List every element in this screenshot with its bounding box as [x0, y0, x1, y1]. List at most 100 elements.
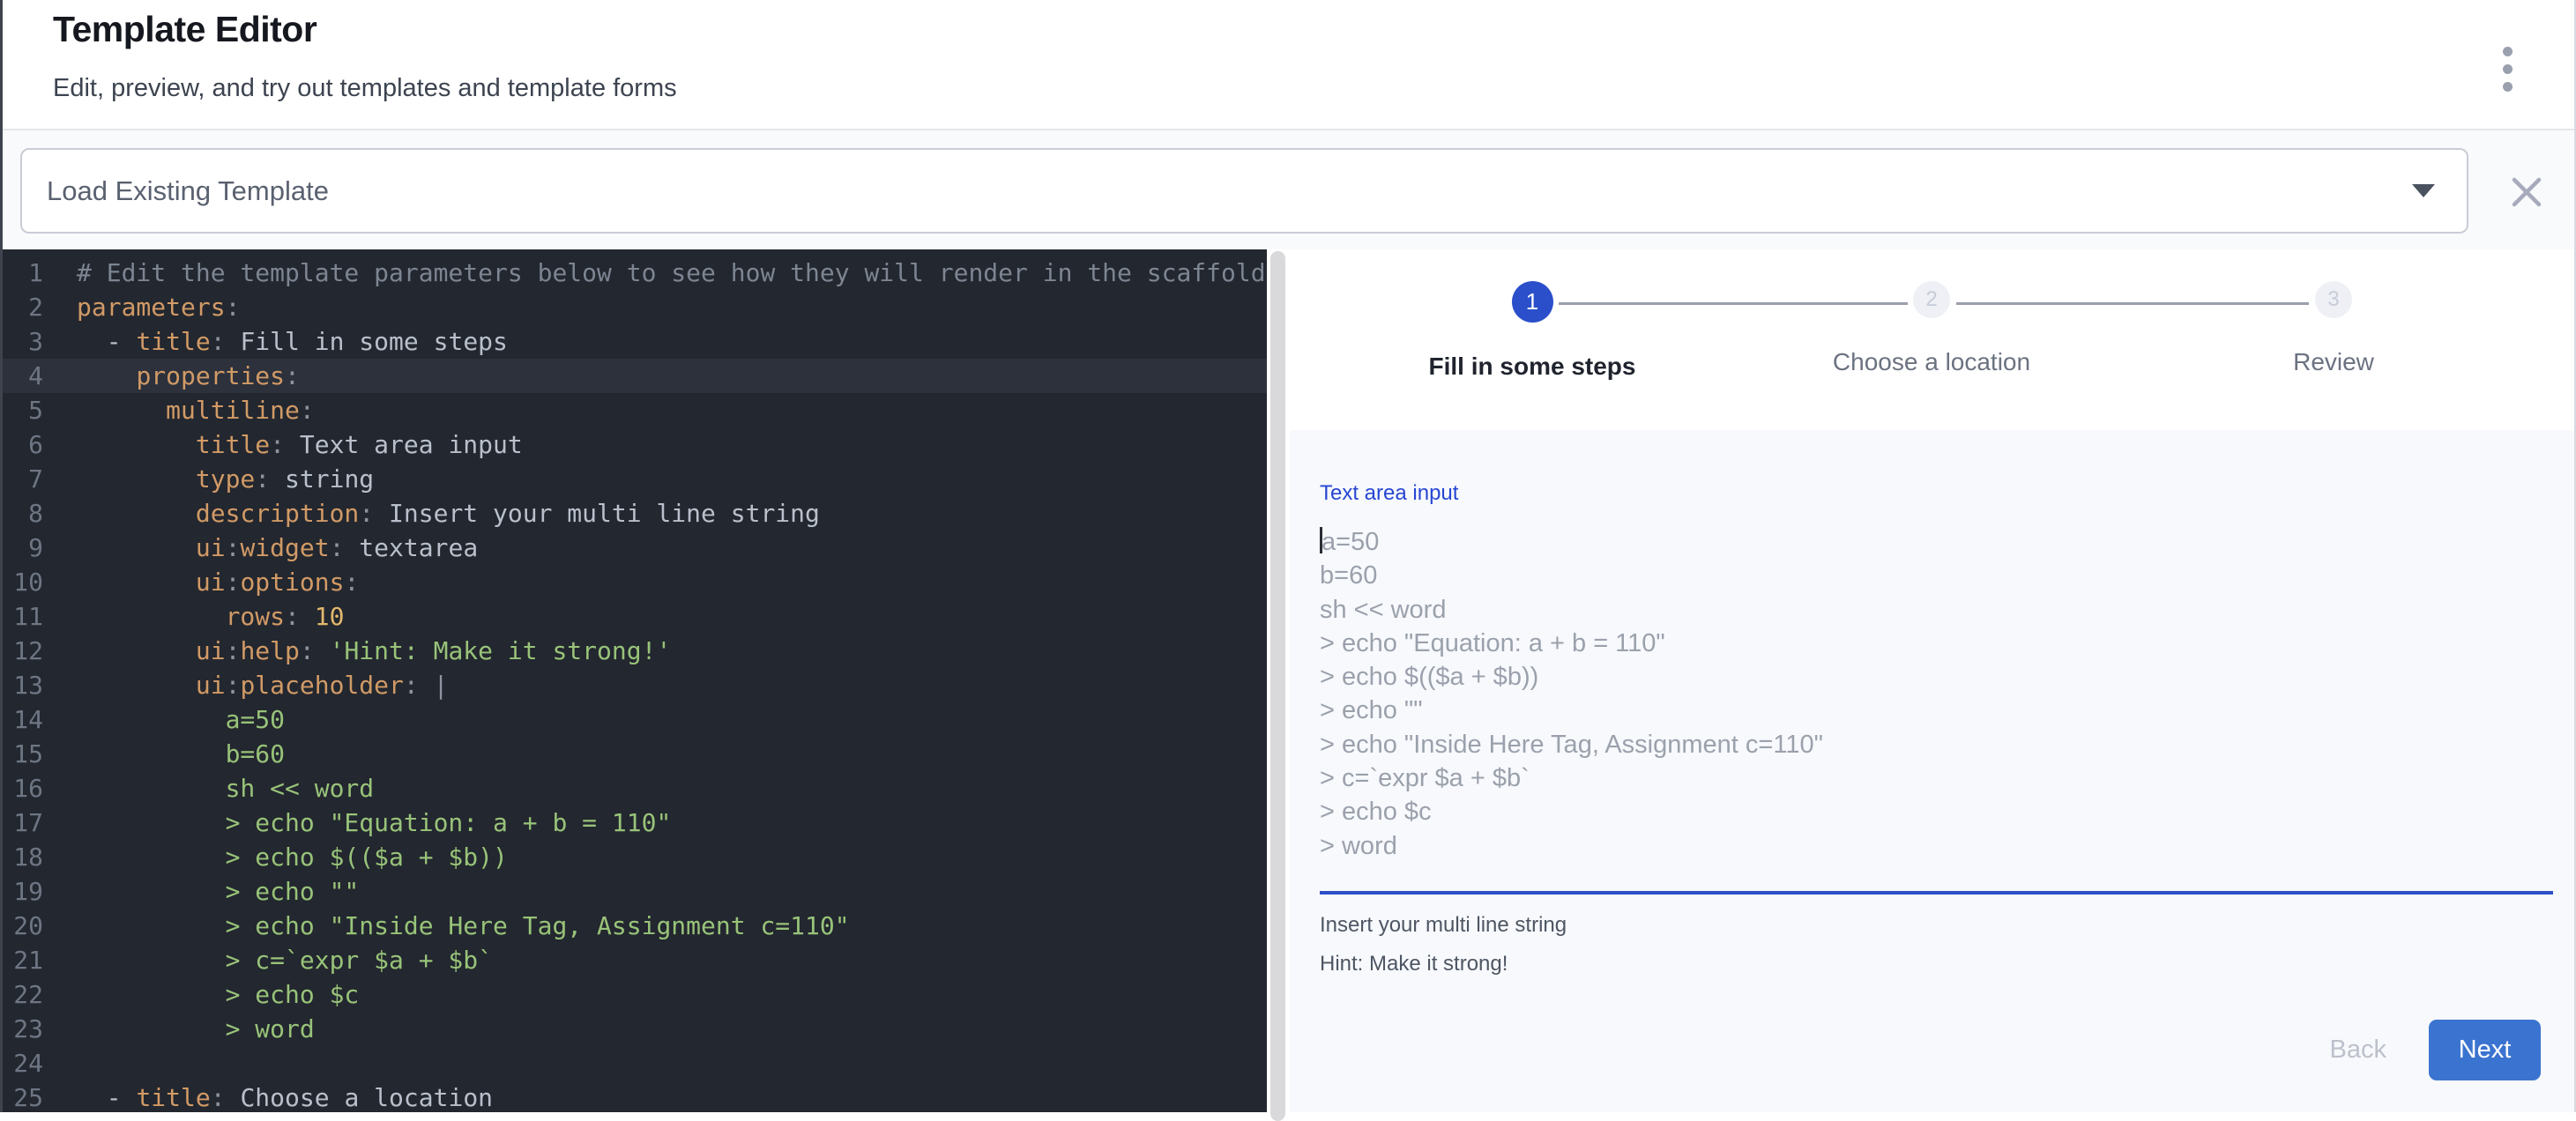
code-text: type: string: [43, 462, 374, 496]
line-number: 6: [3, 427, 43, 462]
line-number: 11: [3, 599, 43, 634]
line-number: 19: [3, 874, 43, 909]
code-text: description: Insert your multi line stri…: [43, 496, 820, 531]
step-label: Choose a location: [1782, 348, 2081, 376]
close-icon: [2509, 174, 2544, 210]
line-number: 17: [3, 805, 43, 840]
code-line[interactable]: 20 > echo "Inside Here Tag, Assignment c…: [3, 909, 1267, 943]
textarea-placeholder-line: sh << word: [1320, 593, 2553, 627]
kebab-menu-icon: [2503, 82, 2513, 92]
textarea-placeholder-line: a=50: [1320, 525, 2553, 559]
code-line[interactable]: 25 - title: Choose a location: [3, 1080, 1267, 1112]
main-split: 1# Edit the template parameters below to…: [3, 249, 2574, 1112]
code-line[interactable]: 11 rows: 10: [3, 599, 1267, 634]
next-button[interactable]: Next: [2429, 1020, 2541, 1080]
code-line[interactable]: 14 a=50: [3, 702, 1267, 737]
code-line[interactable]: 23 > word: [3, 1012, 1267, 1046]
step-circle[interactable]: 1: [1512, 281, 1553, 323]
field-description: Insert your multi line string: [1320, 913, 1567, 938]
code-text: - title: Fill in some steps: [43, 324, 508, 359]
code-text: ui:options:: [43, 565, 359, 599]
line-number: 21: [3, 943, 43, 977]
yaml-code-editor[interactable]: 1# Edit the template parameters below to…: [3, 249, 1267, 1112]
code-line[interactable]: 7 type: string: [3, 462, 1267, 496]
textarea-placeholder-line: > echo "Equation: a + b = 110": [1320, 627, 2553, 660]
code-line[interactable]: 12 ui:help: 'Hint: Make it strong!': [3, 634, 1267, 668]
code-line[interactable]: 4 properties:: [3, 359, 1267, 393]
editor-scrollbar[interactable]: [1267, 249, 1290, 1112]
form-card: Text area input a=50b=60sh << word> echo…: [1290, 430, 2574, 1112]
textarea-placeholder-line: > echo $c: [1320, 795, 2553, 828]
multiline-textarea[interactable]: a=50b=60sh << word> echo "Equation: a + …: [1320, 525, 2553, 878]
code-line[interactable]: 9 ui:widget: textarea: [3, 531, 1267, 565]
code-line[interactable]: 22 > echo $c: [3, 977, 1267, 1012]
line-number: 20: [3, 909, 43, 943]
line-number: 18: [3, 840, 43, 874]
code-text: a=50: [43, 702, 285, 737]
code-line[interactable]: 18 > echo $(($a + $b)): [3, 840, 1267, 874]
stepper-step-2[interactable]: 2 Choose a location: [1782, 281, 2081, 376]
code-text: sh << word: [43, 771, 374, 805]
back-button[interactable]: Back: [2330, 1036, 2386, 1065]
code-text: # Edit the template parameters below to …: [43, 256, 1266, 290]
textarea-placeholder-line: > echo "": [1320, 694, 2553, 727]
step-label: Review: [2184, 348, 2483, 376]
code-text: properties:: [43, 359, 300, 393]
code-line[interactable]: 16 sh << word: [3, 771, 1267, 805]
load-template-select[interactable]: Load Existing Template: [20, 148, 2468, 234]
code-line[interactable]: 17 > echo "Equation: a + b = 110": [3, 805, 1267, 840]
editor-scrollbar-thumb[interactable]: [1270, 251, 1285, 1121]
line-number: 12: [3, 634, 43, 668]
line-number: 13: [3, 668, 43, 702]
code-line[interactable]: 19 > echo "": [3, 874, 1267, 909]
code-line[interactable]: 8 description: Insert your multi line st…: [3, 496, 1267, 531]
template-editor-window: Template Editor Edit, preview, and try o…: [0, 0, 2576, 1112]
code-text: ui:placeholder: |: [43, 668, 448, 702]
textarea-placeholder-line: > echo "Inside Here Tag, Assignment c=11…: [1320, 728, 2553, 761]
step-circle[interactable]: 3: [2315, 281, 2352, 318]
line-number: 4: [3, 359, 43, 393]
caret-down-icon[interactable]: [2412, 184, 2435, 197]
kebab-menu-icon: [2503, 47, 2513, 56]
code-line[interactable]: 1# Edit the template parameters below to…: [3, 256, 1267, 290]
line-number: 5: [3, 393, 43, 427]
line-number: 24: [3, 1046, 43, 1080]
code-text: multiline:: [43, 393, 315, 427]
page-title: Template Editor: [53, 9, 316, 50]
stepper-step-3[interactable]: 3 Review: [2184, 281, 2483, 376]
code-line[interactable]: 10 ui:options:: [3, 565, 1267, 599]
code-text: > echo "Equation: a + b = 110": [43, 805, 671, 840]
code-text: b=60: [43, 737, 285, 771]
code-text: ui:widget: textarea: [43, 531, 478, 565]
code-line[interactable]: 24: [3, 1046, 1267, 1080]
line-number: 22: [3, 977, 43, 1012]
line-number: 25: [3, 1080, 43, 1112]
code-line[interactable]: 3 - title: Fill in some steps: [3, 324, 1267, 359]
code-line[interactable]: 6 title: Text area input: [3, 427, 1267, 462]
line-number: 2: [3, 290, 43, 324]
template-preview-panel: 1 Fill in some steps 2 Choose a location…: [1290, 249, 2574, 1112]
stepper-step-1[interactable]: 1 Fill in some steps: [1382, 281, 1682, 381]
code-line[interactable]: 5 multiline:: [3, 393, 1267, 427]
clear-template-button[interactable]: [2507, 173, 2546, 212]
line-number: 1: [3, 256, 43, 290]
textarea-placeholder-line: > c=`expr $a + $b`: [1320, 761, 2553, 795]
code-line[interactable]: 13 ui:placeholder: |: [3, 668, 1267, 702]
code-line[interactable]: 2parameters:: [3, 290, 1267, 324]
step-circle[interactable]: 2: [1913, 281, 1950, 318]
code-text: > echo $(($a + $b)): [43, 840, 508, 874]
textarea-placeholder-line: > echo $(($a + $b)): [1320, 660, 2553, 694]
more-options-button[interactable]: [2486, 37, 2528, 100]
stepper: 1 Fill in some steps 2 Choose a location…: [1290, 249, 2574, 430]
code-text: ui:help: 'Hint: Make it strong!': [43, 634, 671, 668]
code-text: parameters:: [43, 290, 240, 324]
line-number: 9: [3, 531, 43, 565]
code-text: > c=`expr $a + $b`: [43, 943, 493, 977]
textarea-placeholder-line: b=60: [1320, 559, 2553, 592]
code-text: > echo $c: [43, 977, 359, 1012]
load-template-placeholder: Load Existing Template: [47, 175, 2412, 207]
code-text: > echo "": [43, 874, 359, 909]
line-number: 14: [3, 702, 43, 737]
code-line[interactable]: 21 > c=`expr $a + $b`: [3, 943, 1267, 977]
code-line[interactable]: 15 b=60: [3, 737, 1267, 771]
